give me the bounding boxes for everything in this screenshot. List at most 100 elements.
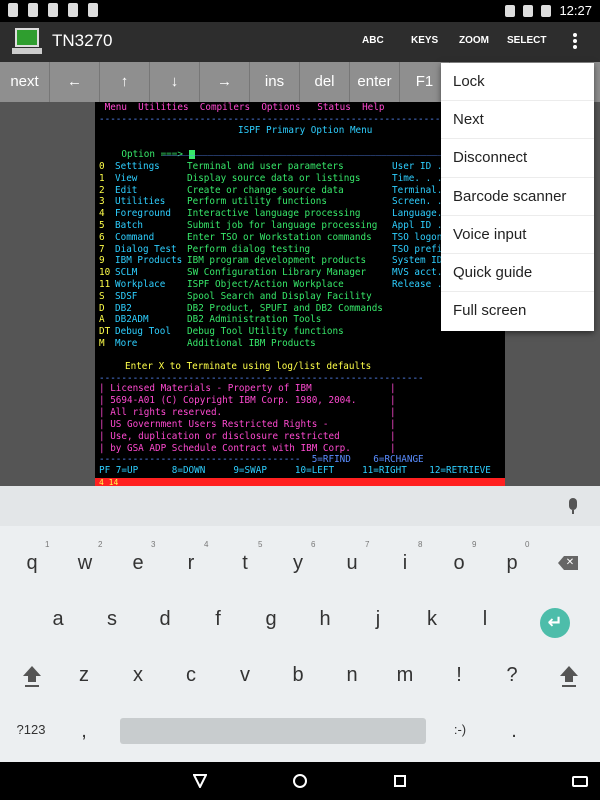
- option-key: S: [99, 290, 105, 302]
- key-x[interactable]: x: [118, 664, 158, 687]
- symbols-key[interactable]: ?123: [11, 722, 51, 737]
- zoom-button[interactable]: ZOOM: [459, 35, 489, 46]
- menu-item-disconnect[interactable]: Disconnect: [441, 139, 594, 178]
- license-line-1: | Licensed Materials - Property of IBM |: [99, 383, 396, 394]
- option-name[interactable]: View: [115, 173, 137, 185]
- backspace-icon[interactable]: ✕: [558, 556, 578, 570]
- option-name[interactable]: Edit: [115, 185, 137, 197]
- key-a[interactable]: a: [38, 608, 78, 631]
- key-g[interactable]: g: [251, 608, 291, 631]
- option-description: IBM program development products: [187, 255, 367, 267]
- option-side-field: MVS acct.: [392, 267, 443, 279]
- menu-item-quick-guide[interactable]: Quick guide: [441, 254, 594, 293]
- bluetooth-icon: [505, 4, 516, 17]
- period-key[interactable]: .: [494, 720, 534, 743]
- option-name[interactable]: SCLM: [115, 267, 137, 279]
- mic-icon[interactable]: [566, 498, 580, 516]
- key-n[interactable]: n: [332, 664, 372, 687]
- option-key: 10: [99, 267, 111, 279]
- key-e[interactable]: e: [118, 552, 158, 575]
- recents-icon[interactable]: [394, 775, 406, 787]
- option-name[interactable]: More: [115, 338, 137, 350]
- next-key[interactable]: next: [0, 62, 50, 102]
- key-r[interactable]: r: [171, 552, 211, 575]
- key-question[interactable]: ?: [492, 664, 532, 687]
- key-exclamation[interactable]: !: [439, 664, 479, 687]
- key-f[interactable]: f: [198, 608, 238, 631]
- key-q[interactable]: q: [12, 552, 52, 575]
- option-name[interactable]: DB2: [115, 303, 132, 315]
- key-c[interactable]: c: [171, 664, 211, 687]
- menu-item-lock[interactable]: Lock: [441, 63, 594, 102]
- enter-key[interactable]: enter: [350, 62, 400, 102]
- option-key: 9: [99, 255, 105, 267]
- home-icon[interactable]: [293, 774, 307, 788]
- key-b[interactable]: b: [278, 664, 318, 687]
- shift-right-icon[interactable]: [560, 666, 578, 688]
- option-name[interactable]: Debug Tool: [115, 326, 171, 338]
- option-name[interactable]: Batch: [115, 220, 143, 232]
- key-h[interactable]: h: [305, 608, 345, 631]
- key-i[interactable]: i: [385, 552, 425, 575]
- key-t[interactable]: t: [225, 552, 265, 575]
- keys-button[interactable]: KEYS: [411, 35, 438, 46]
- menu-item-barcode-scanner[interactable]: Barcode scanner: [441, 178, 594, 216]
- image-notification-icon: [8, 3, 18, 17]
- key-o[interactable]: o: [439, 552, 479, 575]
- soft-keyboard: ✕ ↵ ?123 , :-) . q 1 w 2 e 3 r 4 t 5 y 6 u 7 i 8 o 9 p 0 asd…: [0, 486, 600, 762]
- key-d[interactable]: d: [145, 608, 185, 631]
- key-z[interactable]: z: [64, 664, 104, 687]
- back-icon[interactable]: [193, 774, 207, 788]
- key-k[interactable]: k: [412, 608, 452, 631]
- option-key: 5: [99, 220, 105, 231]
- shift-left-icon[interactable]: [23, 666, 41, 688]
- down-arrow-key[interactable]: ↓: [150, 62, 200, 102]
- up-arrow-key[interactable]: ↑: [100, 62, 150, 102]
- option-key: 0: [99, 161, 105, 172]
- key-l[interactable]: l: [465, 608, 505, 631]
- suggestion-strip: [0, 486, 600, 526]
- space-bar[interactable]: [120, 718, 426, 744]
- menu-item-voice-input[interactable]: Voice input: [441, 216, 594, 254]
- insert-key[interactable]: ins: [250, 62, 300, 102]
- key-u[interactable]: u: [332, 552, 372, 575]
- option-name[interactable]: SDSF: [115, 291, 137, 303]
- option-name[interactable]: Dialog Test: [115, 244, 177, 256]
- emoji-key[interactable]: :-): [440, 722, 480, 737]
- left-arrow-key[interactable]: ←: [50, 62, 100, 102]
- menu-item-full-screen[interactable]: Full screen: [441, 292, 594, 330]
- key-j[interactable]: j: [358, 608, 398, 631]
- option-name[interactable]: DB2ADM: [115, 314, 149, 326]
- option-description: Perform utility functions: [187, 196, 327, 208]
- ispf-menubar[interactable]: Menu Utilities Compilers Options Status …: [99, 102, 385, 114]
- option-name[interactable]: IBM Products: [115, 255, 182, 267]
- key-m[interactable]: m: [385, 664, 425, 687]
- option-description: Create or change source data: [187, 184, 344, 196]
- key-w[interactable]: w: [65, 552, 105, 575]
- option-name[interactable]: Command: [115, 232, 154, 244]
- key-v[interactable]: v: [225, 664, 265, 687]
- app-title: TN3270: [52, 31, 113, 50]
- key-hint: 6: [311, 540, 316, 549]
- option-name[interactable]: Workplace: [115, 279, 165, 291]
- option-key: A: [99, 314, 105, 326]
- option-name[interactable]: Foreground: [115, 208, 171, 220]
- key-y[interactable]: y: [278, 552, 318, 575]
- overflow-menu-icon[interactable]: [570, 32, 580, 52]
- enter-icon[interactable]: ↵: [540, 608, 570, 638]
- key-hint: 1: [45, 540, 50, 549]
- delete-key[interactable]: del: [300, 62, 350, 102]
- abc-button[interactable]: ABC: [362, 35, 384, 46]
- option-key: 2: [99, 184, 105, 196]
- option-description: Enter TSO or Workstation commands: [187, 231, 372, 243]
- option-name[interactable]: Utilities: [115, 196, 165, 208]
- select-button[interactable]: SELECT: [507, 35, 546, 46]
- comma-key[interactable]: ,: [64, 720, 104, 743]
- keyboard-switch-icon[interactable]: [572, 776, 588, 787]
- key-s[interactable]: s: [92, 608, 132, 631]
- menu-item-next[interactable]: Next: [441, 101, 594, 140]
- option-name[interactable]: Settings: [115, 161, 160, 173]
- right-arrow-key[interactable]: →: [200, 62, 250, 102]
- option-key: 11: [99, 279, 111, 290]
- key-p[interactable]: p: [492, 552, 532, 575]
